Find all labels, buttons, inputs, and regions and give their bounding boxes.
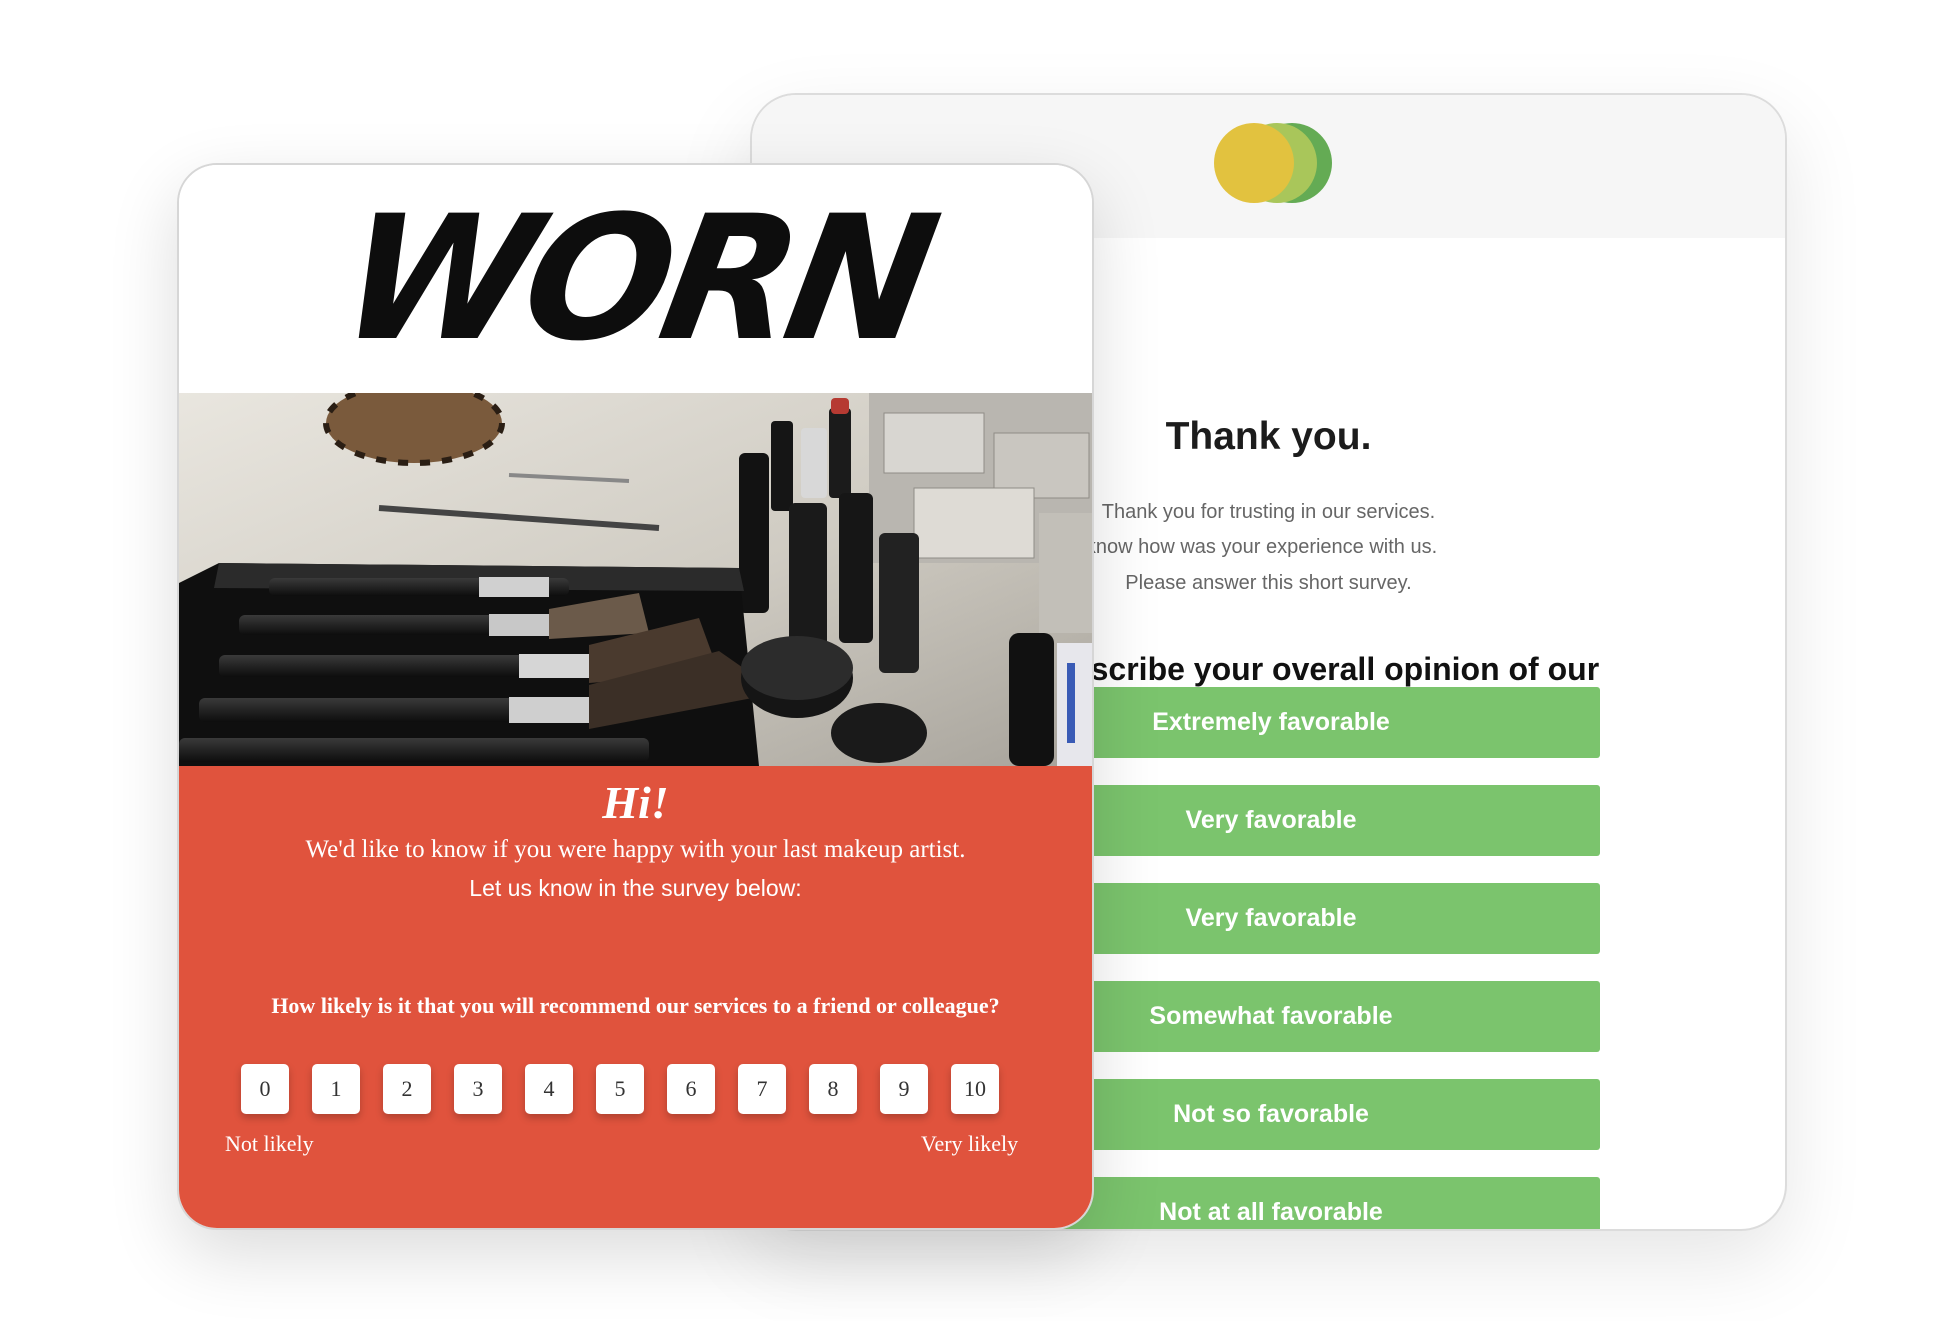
makeup-photo bbox=[179, 393, 1092, 766]
intro-cta-text: Let us know in the survey below: bbox=[469, 875, 802, 901]
nps-score-1[interactable]: 1 bbox=[312, 1064, 360, 1114]
nps-score-0[interactable]: 0 bbox=[241, 1064, 289, 1114]
nps-panel: Hi! We'd like to know if you were happy … bbox=[179, 766, 1092, 1228]
logo-circle-yellow bbox=[1214, 123, 1294, 203]
nps-score-7[interactable]: 7 bbox=[738, 1064, 786, 1114]
nps-score-10[interactable]: 10 bbox=[951, 1064, 999, 1114]
scale-high-label: Very likely bbox=[921, 1131, 1019, 1156]
brand-survey-card: WORN Hi! We'd like to know if you were h… bbox=[177, 163, 1094, 1230]
nps-score-2[interactable]: 2 bbox=[383, 1064, 431, 1114]
nps-score-4[interactable]: 4 bbox=[525, 1064, 573, 1114]
nps-question: How likely is it that you will recommend… bbox=[271, 993, 1000, 1018]
intro-text: We'd like to know if you were happy with… bbox=[305, 836, 966, 863]
nps-score-3[interactable]: 3 bbox=[454, 1064, 502, 1114]
nps-score-6[interactable]: 6 bbox=[667, 1064, 715, 1114]
nps-score-9[interactable]: 9 bbox=[880, 1064, 928, 1114]
brand-header: WORN bbox=[179, 165, 1092, 393]
brand-logo: WORN bbox=[327, 178, 944, 379]
nps-score-8[interactable]: 8 bbox=[809, 1064, 857, 1114]
scale-low-label: Not likely bbox=[225, 1131, 314, 1156]
nps-score-5[interactable]: 5 bbox=[596, 1064, 644, 1114]
greeting-heading: Hi! bbox=[602, 777, 669, 828]
